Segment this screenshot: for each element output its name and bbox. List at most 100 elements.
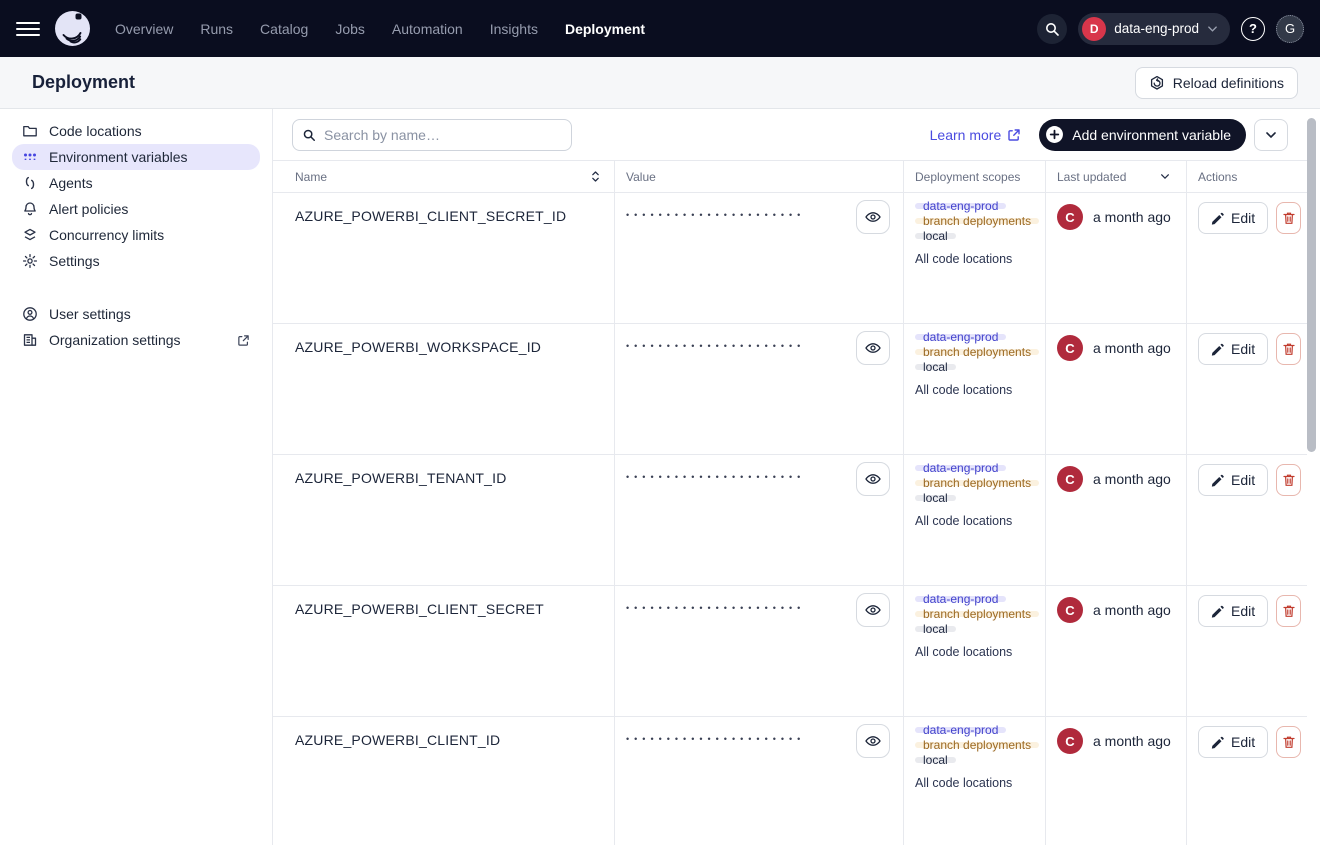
help-icon[interactable]: ? — [1241, 17, 1265, 41]
scope-note: All code locations — [915, 645, 1037, 659]
reveal-value-button[interactable] — [856, 331, 890, 365]
pencil-icon — [1211, 474, 1224, 487]
sidebar-item-user-settings[interactable]: User settings — [12, 301, 260, 327]
sidebar-item-label: Agents — [49, 175, 93, 191]
column-header-last-updated[interactable]: Last updated — [1045, 161, 1186, 192]
user-avatar[interactable]: G — [1276, 15, 1304, 43]
column-header-name[interactable]: Name — [273, 161, 614, 192]
edit-button[interactable]: Edit — [1198, 464, 1268, 496]
actions-cell: Edit — [1186, 455, 1307, 585]
delete-button[interactable] — [1276, 464, 1301, 496]
env-var-name: AZURE_POWERBI_WORKSPACE_ID — [273, 324, 614, 454]
page-header: Deployment Reload definitions — [0, 57, 1320, 109]
edit-button[interactable]: Edit — [1198, 202, 1268, 234]
sidebar-item-organization-settings[interactable]: Organization settings — [12, 327, 260, 353]
reveal-value-button[interactable] — [856, 724, 890, 758]
sidebar-item-label: User settings — [49, 306, 131, 322]
page-title: Deployment — [32, 72, 135, 93]
last-updated-cell: C a month ago — [1045, 324, 1186, 454]
edit-button[interactable]: Edit — [1198, 333, 1268, 365]
last-updated-text: a month ago — [1093, 466, 1171, 492]
last-updated-text: a month ago — [1093, 597, 1171, 623]
eye-icon — [864, 339, 882, 357]
scope-note: All code locations — [915, 383, 1037, 397]
last-updated-text: a month ago — [1093, 335, 1171, 361]
trash-icon — [1282, 211, 1296, 225]
pencil-icon — [1211, 343, 1224, 356]
reload-definitions-button[interactable]: Reload definitions — [1135, 67, 1298, 99]
sidebar-item-label: Environment variables — [49, 149, 188, 165]
user-icon — [22, 306, 38, 322]
column-header-actions: Actions — [1186, 161, 1307, 192]
sidebar-item-agents[interactable]: Agents — [12, 170, 260, 196]
delete-button[interactable] — [1276, 333, 1301, 365]
avatar: C — [1057, 597, 1083, 623]
deployment-scopes-cell: data-eng-prodbranch deploymentslocal All… — [903, 324, 1045, 454]
nav-item-jobs[interactable]: Jobs — [335, 21, 365, 37]
search-input[interactable] — [292, 119, 572, 151]
add-options-dropdown-button[interactable] — [1254, 119, 1288, 151]
scope-note: All code locations — [915, 252, 1037, 266]
external-link-icon — [1007, 128, 1021, 142]
sidebar-item-code-locations[interactable]: Code locations — [12, 118, 260, 144]
edit-button[interactable]: Edit — [1198, 726, 1268, 758]
nav-item-automation[interactable]: Automation — [392, 21, 463, 37]
eye-icon — [864, 470, 882, 488]
pencil-icon — [1211, 736, 1224, 749]
avatar: C — [1057, 466, 1083, 492]
sidebar-item-concurrency-limits[interactable]: Concurrency limits — [12, 222, 260, 248]
delete-button[interactable] — [1276, 726, 1301, 758]
nav-item-deployment[interactable]: Deployment — [565, 21, 645, 37]
reveal-value-button[interactable] — [856, 200, 890, 234]
scrollbar-thumb[interactable] — [1307, 118, 1316, 452]
sidebar-item-environment-variables[interactable]: Environment variables — [12, 144, 260, 170]
scope-chip: data-eng-prod — [915, 727, 1006, 733]
env-vars-toolbar: Learn more Add environment variable — [273, 109, 1320, 160]
scope-chip: local — [915, 233, 956, 239]
search-icon — [302, 128, 316, 147]
edit-button[interactable]: Edit — [1198, 595, 1268, 627]
nav-item-runs[interactable]: Runs — [200, 21, 233, 37]
reveal-value-button[interactable] — [856, 462, 890, 496]
learn-more-link[interactable]: Learn more — [930, 127, 1022, 143]
scope-chip: branch deployments — [915, 218, 1039, 224]
sort-icon[interactable] — [591, 170, 600, 183]
scope-chip: local — [915, 364, 956, 370]
scope-chip: data-eng-prod — [915, 465, 1006, 471]
nav-item-insights[interactable]: Insights — [490, 21, 538, 37]
env-vars-table: Name Value Deployment scopes Last update… — [273, 160, 1307, 845]
nav-item-overview[interactable]: Overview — [115, 21, 173, 37]
sidebar-item-label: Settings — [49, 253, 100, 269]
scope-chip: local — [915, 757, 956, 763]
dagster-logo[interactable] — [54, 10, 91, 47]
org-icon — [22, 332, 38, 348]
bell-icon — [22, 201, 38, 217]
add-environment-variable-button[interactable]: Add environment variable — [1039, 119, 1246, 151]
env-vars-panel: Learn more Add environment variable Name — [273, 109, 1320, 845]
last-updated-cell: C a month ago — [1045, 717, 1186, 845]
sidebar-item-label: Code locations — [49, 123, 142, 139]
scope-chip: data-eng-prod — [915, 334, 1006, 340]
nav-item-catalog[interactable]: Catalog — [260, 21, 308, 37]
top-nav: Overview Runs Catalog Jobs Automation In… — [0, 0, 1320, 57]
external-link-icon — [237, 334, 250, 347]
pencil-icon — [1211, 212, 1224, 225]
eye-icon — [864, 601, 882, 619]
search-icon[interactable] — [1037, 14, 1067, 44]
sidebar-item-alert-policies[interactable]: Alert policies — [12, 196, 260, 222]
masked-value: •••••••••••••••••••••• — [626, 210, 805, 220]
deployment-name: data-eng-prod — [1114, 21, 1199, 36]
sidebar-item-settings[interactable]: Settings — [12, 248, 260, 274]
table-body: AZURE_POWERBI_CLIENT_SECRET_ID •••••••••… — [273, 193, 1307, 845]
variables-icon — [22, 149, 38, 165]
env-var-name: AZURE_POWERBI_TENANT_ID — [273, 455, 614, 585]
delete-button[interactable] — [1276, 202, 1301, 234]
reveal-value-button[interactable] — [856, 593, 890, 627]
env-var-value-cell: •••••••••••••••••••••• — [614, 324, 903, 454]
deployment-switcher[interactable]: D data-eng-prod — [1078, 13, 1230, 45]
folder-icon — [22, 123, 38, 139]
masked-value: •••••••••••••••••••••• — [626, 603, 805, 613]
delete-button[interactable] — [1276, 595, 1301, 627]
menu-icon[interactable] — [16, 17, 40, 41]
trash-icon — [1282, 735, 1296, 749]
